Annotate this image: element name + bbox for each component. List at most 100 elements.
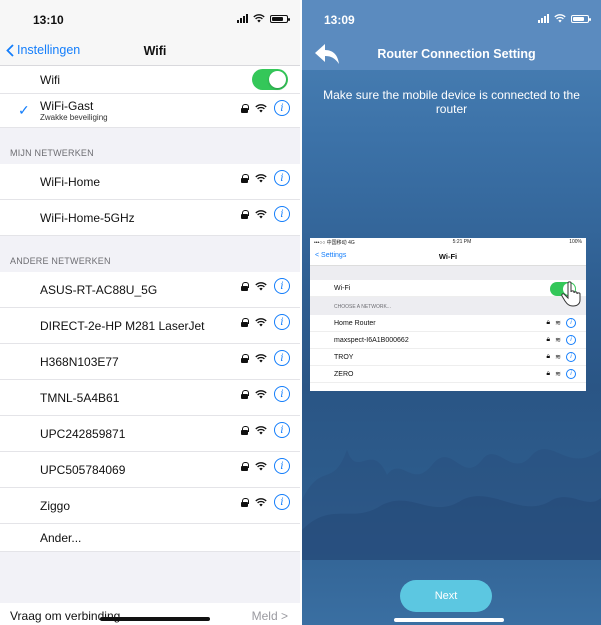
network-row[interactable]: Ziggo i xyxy=(0,488,300,524)
lock-icon: 🔒︎ xyxy=(546,319,551,326)
page-title: Wifi xyxy=(143,44,167,58)
my-networks-list: WiFi-Home i WiFi-Home-5GHz i xyxy=(0,164,300,236)
wifi-icon: ≋ xyxy=(555,354,561,361)
network-name: Ziggo xyxy=(40,498,71,513)
ask-to-join-value: Meld > xyxy=(251,609,288,623)
signal-icon xyxy=(538,14,549,23)
wifi-toggle[interactable] xyxy=(252,69,288,90)
network-row[interactable]: H368N103E77 i xyxy=(0,344,300,380)
ask-to-join-row[interactable]: Vraag om verbinding Meld > xyxy=(0,603,300,625)
lock-icon xyxy=(241,461,249,471)
status-bar: 13:10 xyxy=(0,0,300,38)
other-network-label: Ander... xyxy=(40,530,82,545)
example-choose-header: CHOOSE A NETWORK... xyxy=(310,297,586,315)
instruction-text: Make sure the mobile device is connected… xyxy=(323,88,580,116)
status-bar: 13:09 xyxy=(302,0,601,38)
info-icon[interactable]: i xyxy=(274,278,290,294)
network-name: DIRECT-2e-HP M281 LaserJet xyxy=(40,318,205,333)
info-icon[interactable]: i xyxy=(274,494,290,510)
network-row[interactable]: UPC505784069 i xyxy=(0,452,300,488)
lock-icon xyxy=(241,317,249,327)
battery-icon xyxy=(571,14,591,23)
wifi-icon xyxy=(255,461,267,470)
info-icon[interactable]: i xyxy=(274,314,290,330)
current-network-name: WiFi-Gast xyxy=(40,99,94,113)
lock-icon xyxy=(241,281,249,291)
home-indicator xyxy=(100,617,210,621)
network-row[interactable]: WiFi-Home i xyxy=(0,164,300,200)
network-name: UPC242859871 xyxy=(40,426,126,441)
network-name: TMNL-5A4B61 xyxy=(40,390,120,405)
coral-reef-background xyxy=(302,449,601,560)
wifi-icon xyxy=(255,353,267,362)
example-network-row: TROY 🔒︎ ≋ i xyxy=(310,349,586,366)
info-icon[interactable]: i xyxy=(274,386,290,402)
signal-icon xyxy=(237,14,248,23)
checkmark-icon: ✓ xyxy=(18,102,30,118)
current-network-row[interactable]: ✓ WiFi-Gast Zwakke beveiliging i xyxy=(0,94,300,128)
wifi-icon xyxy=(255,317,267,326)
info-icon[interactable]: i xyxy=(274,422,290,438)
example-nav: < Settings Wi-Fi xyxy=(310,246,586,266)
wifi-icon xyxy=(255,281,267,290)
wifi-icon xyxy=(255,103,267,112)
example-wifi-row: Wi-Fi xyxy=(310,280,586,297)
example-screenshot: •••○○ 中国移动 4G 5:21 PM 100% < Settings Wi… xyxy=(310,238,586,391)
lock-icon xyxy=(241,173,249,183)
lock-icon xyxy=(241,353,249,363)
next-button[interactable]: Next xyxy=(400,580,492,612)
info-icon[interactable]: i xyxy=(274,458,290,474)
info-icon: i xyxy=(566,318,576,328)
wifi-status-icon xyxy=(253,14,265,23)
wifi-toggle-label: Wifi xyxy=(40,72,60,87)
network-row[interactable]: TMNL-5A4B61 i xyxy=(0,380,300,416)
network-name: WiFi-Home-5GHz xyxy=(40,210,135,225)
lock-icon xyxy=(241,103,249,113)
example-status-bar: •••○○ 中国移动 4G 5:21 PM 100% xyxy=(314,239,582,246)
info-icon: i xyxy=(566,335,576,345)
wifi-icon xyxy=(255,173,267,182)
info-icon[interactable]: i xyxy=(274,170,290,186)
example-network-row: ZERO 🔒︎ ≋ i xyxy=(310,366,586,383)
current-network-subtitle: Zwakke beveiliging xyxy=(40,113,108,122)
info-icon[interactable]: i xyxy=(274,350,290,366)
hand-pointer-icon xyxy=(561,281,581,307)
network-row[interactable]: DIRECT-2e-HP M281 LaserJet i xyxy=(0,308,300,344)
network-name: WiFi-Home xyxy=(40,174,100,189)
router-connection-screen: 13:09 Router Connection Setting Make sur… xyxy=(302,0,601,625)
wifi-settings-screen: 13:10 Instellingen Wifi Wifi ✓ WiFi-Gast… xyxy=(0,0,300,625)
other-networks-list: ASUS-RT-AC88U_5G i DIRECT-2e-HP M281 Laser… xyxy=(0,272,300,524)
wifi-toggle-row: Wifi xyxy=(0,66,300,94)
lock-icon: 🔒︎ xyxy=(546,336,551,343)
my-networks-header: MIJN NETWERKEN xyxy=(10,148,94,158)
network-name: ASUS-RT-AC88U_5G xyxy=(40,282,158,297)
info-icon[interactable]: i xyxy=(274,100,290,116)
wifi-icon xyxy=(255,497,267,506)
lock-icon: 🔒︎ xyxy=(546,353,551,360)
lock-icon xyxy=(241,497,249,507)
wifi-status-icon xyxy=(554,14,566,23)
navigation-bar: Instellingen Wifi xyxy=(0,38,300,66)
wifi-icon xyxy=(255,425,267,434)
example-network-row: Home Router 🔒︎ ≋ i xyxy=(310,315,586,332)
navigation-bar: Router Connection Setting xyxy=(302,38,601,70)
network-row[interactable]: ASUS-RT-AC88U_5G i xyxy=(0,272,300,308)
network-name: H368N103E77 xyxy=(40,354,119,369)
network-row[interactable]: UPC242859871 i xyxy=(0,416,300,452)
other-network-row[interactable]: Ander... xyxy=(0,524,300,552)
wifi-icon: ≋ xyxy=(555,371,561,378)
lock-icon: 🔒︎ xyxy=(546,370,551,377)
lock-icon xyxy=(241,209,249,219)
wifi-icon: ≋ xyxy=(555,337,561,344)
info-icon: i xyxy=(566,352,576,362)
other-networks-header: ANDERE NETWERKEN xyxy=(10,256,111,266)
wifi-icon xyxy=(255,389,267,398)
info-icon[interactable]: i xyxy=(274,206,290,222)
home-indicator xyxy=(394,618,504,622)
network-row[interactable]: WiFi-Home-5GHz i xyxy=(0,200,300,236)
lock-icon xyxy=(241,425,249,435)
lock-icon xyxy=(241,389,249,399)
info-icon: i xyxy=(566,369,576,379)
status-time: 13:10 xyxy=(33,13,64,27)
example-network-row: maxspect-I6A1B000662 🔒︎ ≋ i xyxy=(310,332,586,349)
